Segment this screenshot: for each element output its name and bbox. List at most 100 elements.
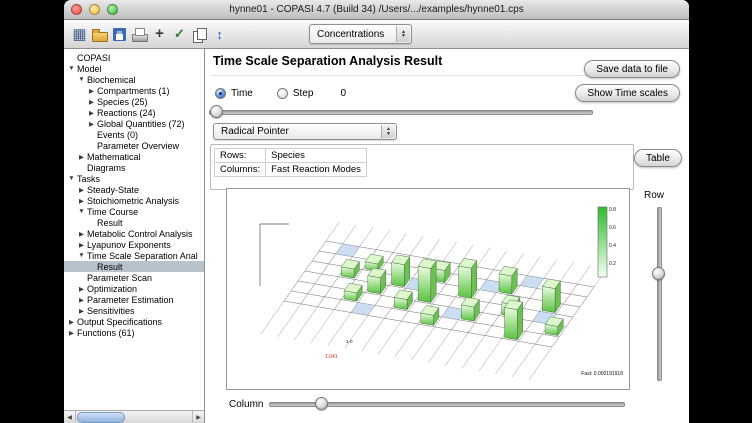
sidebar-item-result[interactable]: Result [64,217,204,228]
apply-icon[interactable] [170,25,189,44]
sidebar-item-result[interactable]: Result [64,261,204,272]
concentrations-combo-value: Concentrations [317,29,384,40]
scroll-left-icon[interactable]: ◀ [64,411,76,423]
save-icon[interactable] [110,25,129,44]
row-slider-label: Row [644,190,664,201]
plot-panel[interactable]: 0.80.60.40.2 1-0 1.041 Fast: 0.000191918 [226,188,630,390]
sidebar-item-label: Functions (61) [76,328,135,338]
table-button[interactable]: Table [634,149,682,167]
sidebar-item-label: Optimization [86,284,137,294]
sidebar-item-output-specifications[interactable]: ▶Output Specifications [64,316,204,327]
sidebar-item-metabolic-control-analysis[interactable]: ▶Metabolic Control Analysis [64,228,204,239]
time-slider-thumb[interactable] [210,105,223,118]
grid-icon[interactable] [70,25,89,44]
sidebar-item-global-quantities-72[interactable]: ▶Global Quantities (72) [64,118,204,129]
matrix-info-table: Rows: Species Columns: Fast Reaction Mod… [214,148,367,177]
title-bar[interactable]: hynne01 - COPASI 4.7 (Build 34) /Users/.… [64,0,689,20]
row-slider-track[interactable] [657,207,662,381]
column-slider-thumb[interactable] [315,397,328,410]
sidebar-item-label: Compartments (1) [96,86,170,96]
triangle-right-icon[interactable]: ▶ [77,186,86,194]
triangle-right-icon[interactable]: ▶ [77,153,86,161]
sidebar-item-species-25[interactable]: ▶Species (25) [64,96,204,107]
row-slider[interactable] [652,205,666,383]
plot-red-label: 1.041 [325,354,338,360]
sidebar-item-steady-state[interactable]: ▶Steady-State [64,184,204,195]
sidebar-item-compartments-1[interactable]: ▶Compartments (1) [64,85,204,96]
pointer-combo[interactable]: Radical Pointer ▲▼ [213,123,397,140]
sidebar-item-label: Mathematical [86,152,141,162]
concentrations-combo[interactable]: Concentrations ▲▼ [309,24,412,44]
triangle-right-icon[interactable]: ▶ [77,241,86,249]
pointer-combo-stepper-icon[interactable]: ▲▼ [381,125,395,138]
sidebar-item-sensitivities[interactable]: ▶Sensitivities [64,305,204,316]
sidebar-item-label: Diagrams [86,163,126,173]
toolbar: Concentrations ▲▼ [64,20,689,49]
sidebar-item-label: Output Specifications [76,317,162,327]
minimize-button[interactable] [89,4,100,15]
svg-text:0.8: 0.8 [609,207,616,213]
scroll-right-icon[interactable]: ▶ [192,411,204,423]
triangle-down-icon[interactable]: ▼ [77,208,86,215]
sidebar-item-time-scale-separation-anal[interactable]: ▼Time Scale Separation Anal [64,250,204,261]
legend-tick-labels: 0.80.60.40.2 [609,207,616,267]
time-slider[interactable] [209,105,593,119]
step-radio[interactable] [277,88,288,99]
sidebar-item-copasi[interactable]: COPASI [64,52,204,63]
sidebar-item-label: Events (0) [96,130,138,140]
sidebar-item-lyapunov-exponents[interactable]: ▶Lyapunov Exponents [64,239,204,250]
triangle-right-icon[interactable]: ▶ [87,98,96,106]
sidebar-item-diagrams[interactable]: Diagrams [64,162,204,173]
sidebar-item-events-0[interactable]: Events (0) [64,129,204,140]
triangle-right-icon[interactable]: ▶ [87,109,96,117]
triangle-down-icon[interactable]: ▼ [67,175,76,182]
copy-icon[interactable] [190,25,209,44]
sidebar-item-label: Parameter Overview [96,141,179,151]
sidebar-item-parameter-scan[interactable]: Parameter Scan [64,272,204,283]
sidebar-item-biochemical[interactable]: ▼Biochemical [64,74,204,85]
triangle-right-icon[interactable]: ▶ [77,296,86,304]
triangle-right-icon[interactable]: ▶ [77,197,86,205]
triangle-right-icon[interactable]: ▶ [77,307,86,315]
plot-fast-label: Fast: 0.000191918 [581,371,623,377]
sidebar-scrollbar[interactable]: ◀ ▶ [64,410,204,423]
triangle-down-icon[interactable]: ▼ [77,76,86,83]
triangle-right-icon[interactable]: ▶ [77,230,86,238]
show-time-scales-button[interactable]: Show Time scales [575,84,680,102]
column-slider[interactable] [269,397,625,411]
triangle-right-icon[interactable]: ▶ [87,120,96,128]
close-button[interactable] [71,4,82,15]
svg-text:0.6: 0.6 [609,225,616,231]
update-icon[interactable] [210,25,229,44]
sidebar-item-label: Metabolic Control Analysis [86,229,193,239]
time-slider-track[interactable] [209,110,593,115]
print-icon[interactable] [130,25,149,44]
sidebar-item-stoichiometric-analysis[interactable]: ▶Stoichiometric Analysis [64,195,204,206]
combo-stepper-icon[interactable]: ▲▼ [396,26,410,42]
triangle-down-icon[interactable]: ▼ [77,252,86,259]
matrix-groupbox: Rows: Species Columns: Fast Reaction Mod… [210,144,634,190]
save-data-button[interactable]: Save data to file [584,60,680,78]
sidebar-item-tasks[interactable]: ▼Tasks [64,173,204,184]
sidebar-item-parameter-estimation[interactable]: ▶Parameter Estimation [64,294,204,305]
add-icon[interactable] [150,25,169,44]
sidebar-item-mathematical[interactable]: ▶Mathematical [64,151,204,162]
scroll-thumb[interactable] [77,412,125,423]
sidebar-item-reactions-24[interactable]: ▶Reactions (24) [64,107,204,118]
zoom-button[interactable] [107,4,118,15]
triangle-right-icon[interactable]: ▶ [67,329,76,337]
sidebar-item-time-course[interactable]: ▼Time Course [64,206,204,217]
triangle-right-icon[interactable]: ▶ [67,318,76,326]
time-radio[interactable] [215,88,226,99]
sidebar-item-parameter-overview[interactable]: Parameter Overview [64,140,204,151]
sidebar-item-optimization[interactable]: ▶Optimization [64,283,204,294]
triangle-right-icon[interactable]: ▶ [87,87,96,95]
triangle-down-icon[interactable]: ▼ [67,65,76,72]
sidebar-item-model[interactable]: ▼Model [64,63,204,74]
columns-value: Fast Reaction Modes [266,163,367,177]
triangle-right-icon[interactable]: ▶ [77,285,86,293]
open-icon[interactable] [90,25,109,44]
tree: COPASI▼Model▼Biochemical▶Compartments (1… [64,49,204,410]
sidebar-item-functions-61[interactable]: ▶Functions (61) [64,327,204,338]
row-slider-thumb[interactable] [652,267,665,280]
